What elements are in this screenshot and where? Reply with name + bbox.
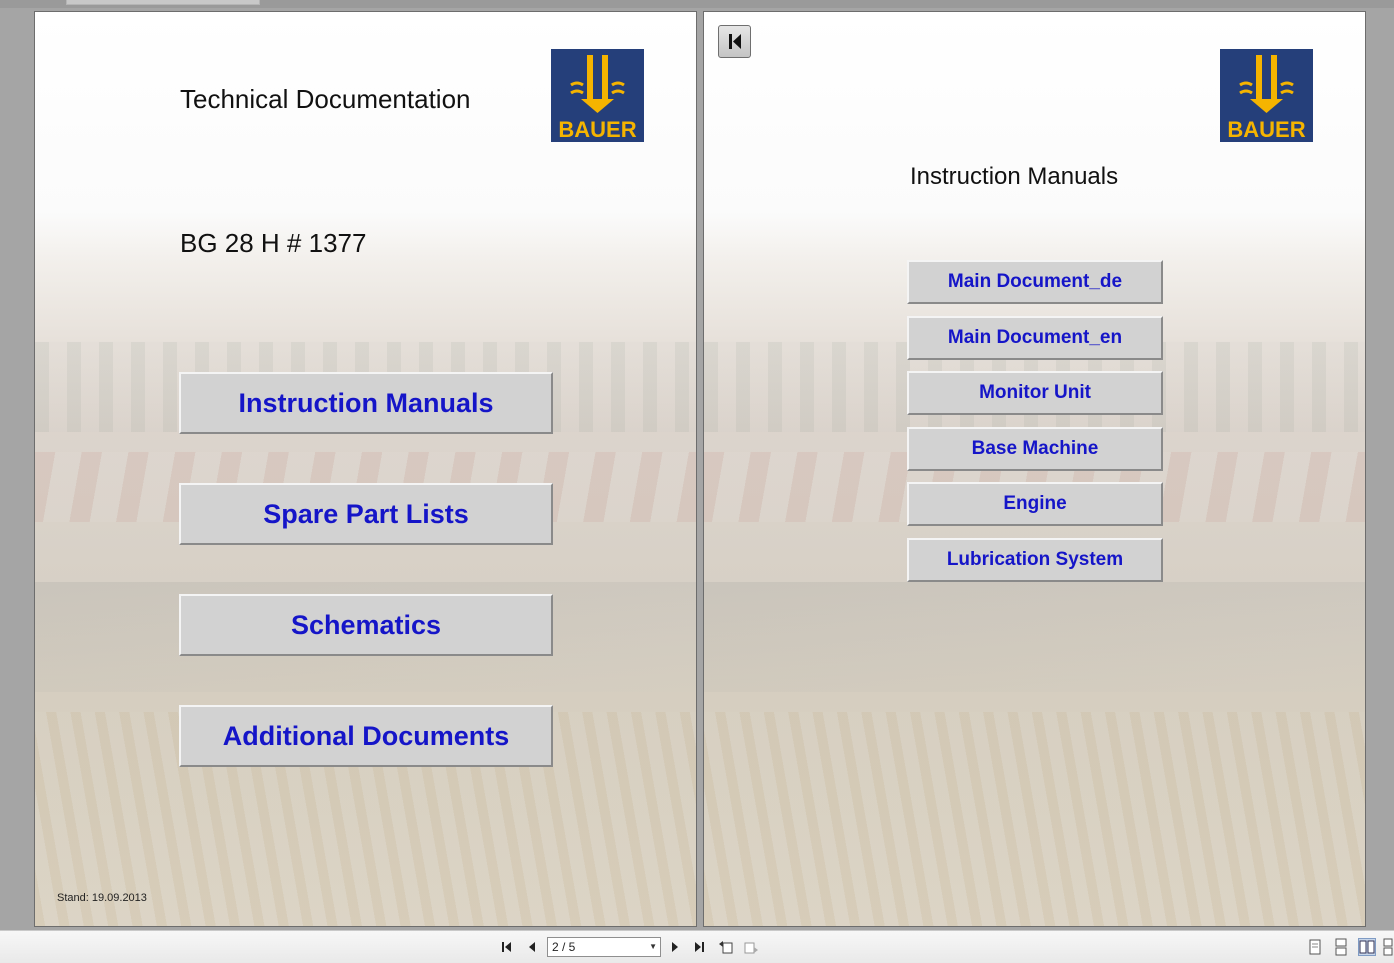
page-title: Technical Documentation [180,84,471,114]
additional-documents-button[interactable]: Additional Documents [179,705,553,767]
single-page-view-button[interactable] [1306,938,1324,956]
last-page-icon [695,942,704,952]
previous-view-icon [719,941,733,954]
schematics-button[interactable]: Schematics [179,594,553,656]
stand-date: Stand: 19.09.2013 [57,892,147,904]
viewer-status-bar: 2 / 5 ▼ [0,930,1394,963]
bauer-logo: BAUER [1220,49,1313,142]
main-document-de-button[interactable]: Main Document_de [907,260,1163,304]
next-page-button[interactable] [666,938,684,956]
two-page-continuous-view-button[interactable] [1382,938,1394,956]
logo-text: BAUER [558,117,636,142]
two-page-continuous-icon [1383,938,1393,956]
next-page-icon [672,942,678,952]
last-page-button[interactable] [690,938,708,956]
background-photo-band [704,712,1365,926]
single-page-icon [1309,939,1321,955]
window-top-strip [0,0,1394,8]
next-view-button[interactable] [742,938,760,956]
first-page-icon [502,942,511,952]
base-machine-button[interactable]: Base Machine [907,427,1163,471]
monitor-unit-button[interactable]: Monitor Unit [907,371,1163,415]
instruction-manuals-button[interactable]: Instruction Manuals [179,372,553,434]
bauer-logo: BAUER [551,49,644,142]
back-to-first-icon [729,34,741,49]
two-page-icon [1359,940,1375,954]
document-tab[interactable] [66,0,260,5]
continuous-page-icon [1335,938,1347,956]
lubrication-system-button[interactable]: Lubrication System [907,538,1163,582]
previous-page-icon [529,942,535,952]
page-number-field[interactable]: 2 / 5 ▼ [547,937,661,957]
engine-button[interactable]: Engine [907,482,1163,526]
next-view-icon [744,942,758,954]
back-to-first-button[interactable] [718,25,751,58]
logo-text: BAUER [1227,117,1305,142]
first-page-button[interactable] [498,938,516,956]
right-page: BAUER Instruction Manuals Main Document_… [703,11,1366,927]
background-photo-band [704,582,1365,692]
previous-page-button[interactable] [523,938,541,956]
previous-view-button[interactable] [717,938,735,956]
spare-part-lists-button[interactable]: Spare Part Lists [179,483,553,545]
section-title: Instruction Manuals [910,163,1119,190]
chevron-down-icon[interactable]: ▼ [649,938,657,956]
main-document-en-button[interactable]: Main Document_en [907,316,1163,360]
continuous-page-view-button[interactable] [1332,938,1350,956]
two-page-view-button[interactable] [1358,938,1376,956]
machine-id: BG 28 H # 1377 [180,228,367,258]
left-page: Technical Documentation BAUER BG 28 H # … [34,11,697,927]
page-indicator: 2 / 5 [552,940,576,954]
